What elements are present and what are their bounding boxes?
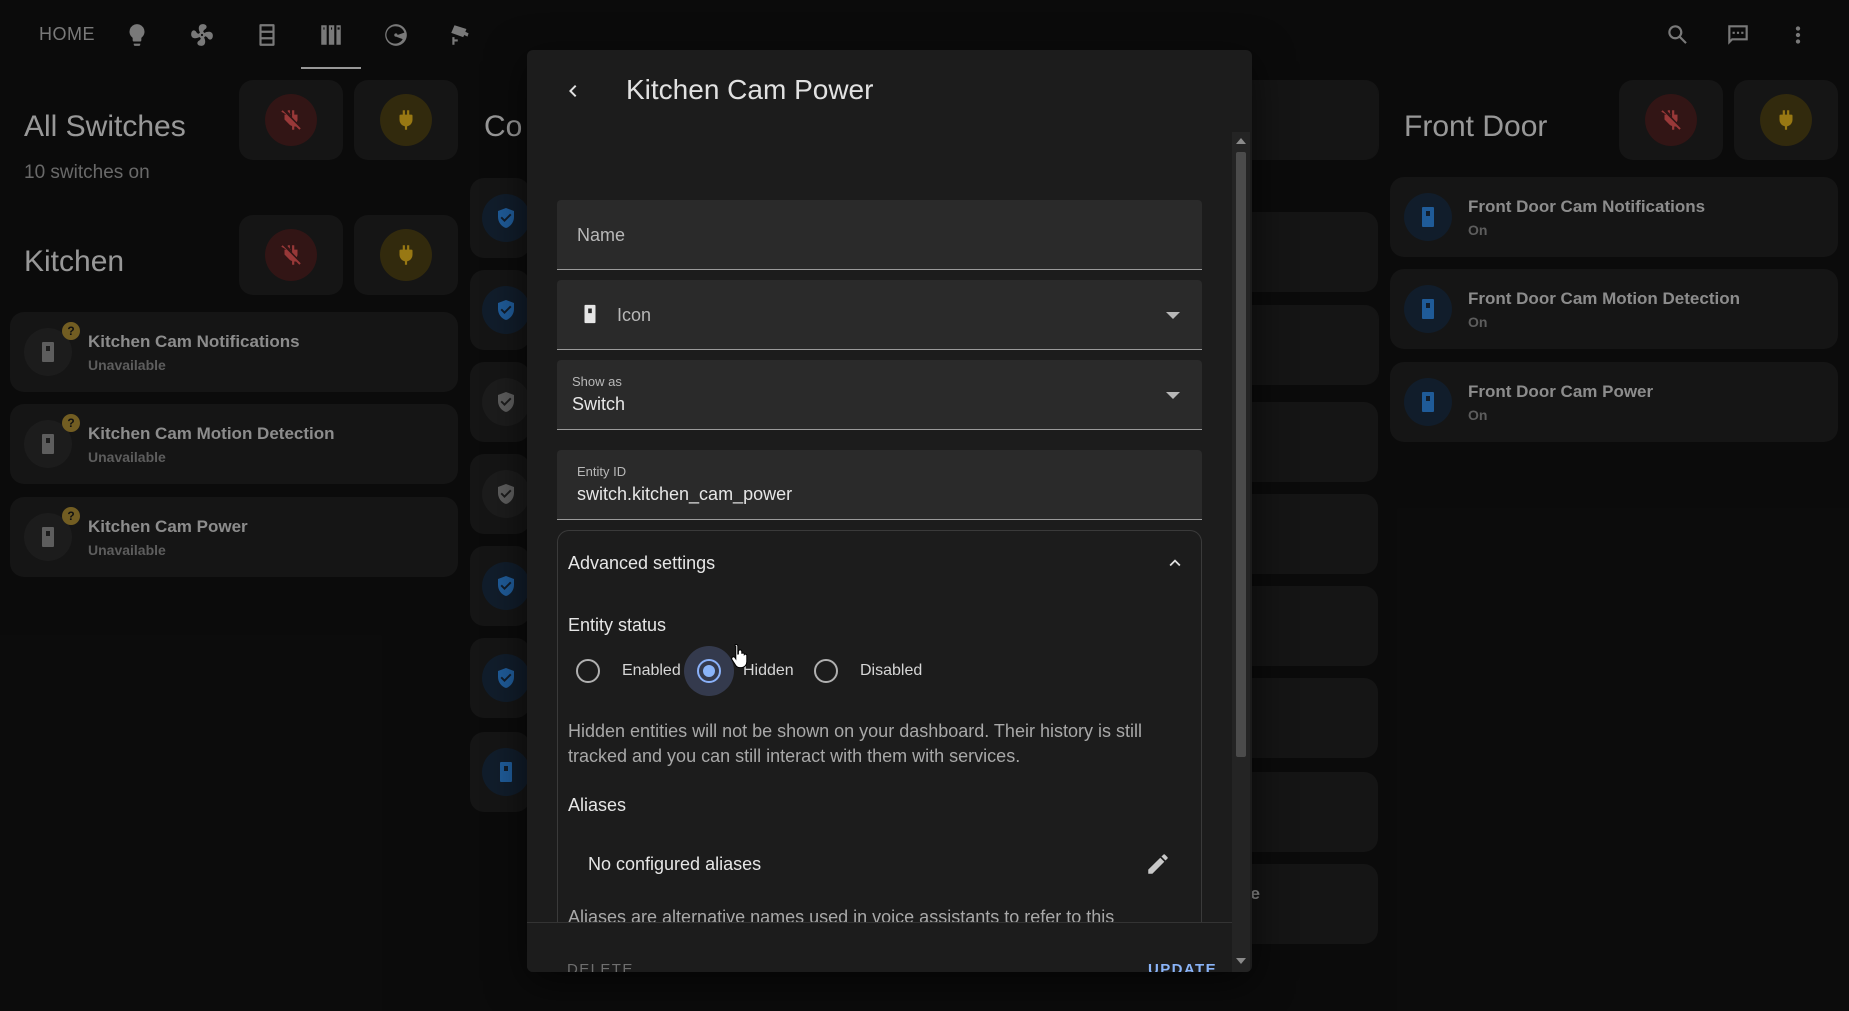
doorbell-icon: [579, 300, 601, 328]
aliases-help-text: Aliases are alternative names used in vo…: [568, 907, 1115, 922]
icon-picker-label: Icon: [617, 305, 652, 325]
radio-circle[interactable]: [576, 659, 600, 683]
radio-label: Disabled: [860, 662, 923, 679]
no-aliases-text: No configured aliases: [588, 854, 762, 874]
entity-settings-dialog: Kitchen Cam Power Name Icon Show as Swit…: [527, 50, 1252, 972]
chevron-up-icon[interactable]: [1163, 551, 1187, 575]
entity-status-title: Entity status: [568, 615, 667, 635]
show-as-label: Show as: [572, 374, 622, 389]
radio-circle[interactable]: [814, 659, 838, 683]
entity-id-label: Entity ID: [577, 464, 627, 479]
name-field-placeholder: Name: [577, 225, 626, 245]
chevron-left-icon: [569, 85, 577, 97]
advanced-settings-panel: Advanced settings Entity status Enabled …: [557, 530, 1202, 922]
hand-pointer-cursor-icon: [731, 643, 748, 669]
pencil-icon[interactable]: [1143, 849, 1173, 879]
radio-focus-halo: [684, 646, 734, 696]
dropdown-arrow-icon: [1166, 391, 1180, 399]
scroll-down-icon[interactable]: [1236, 958, 1246, 964]
dialog-title: Kitchen Cam Power: [626, 74, 874, 105]
entity-id-field[interactable]: Entity ID switch.kitchen_cam_power: [557, 450, 1202, 520]
show-as-select[interactable]: Show as Switch: [557, 360, 1202, 430]
radio-label: Hidden: [743, 662, 794, 679]
radio-disabled[interactable]: Disabled: [814, 659, 922, 683]
icon-picker[interactable]: Icon: [557, 280, 1202, 350]
radio-label: Enabled: [622, 662, 681, 679]
dialog-content: Name Icon Show as Switch Entity ID switc…: [527, 132, 1232, 922]
aliases-title: Aliases: [568, 795, 627, 815]
advanced-settings-header[interactable]: Advanced settings: [568, 553, 715, 574]
entity-id-value: switch.kitchen_cam_power: [577, 484, 793, 504]
dialog-actions: DELETE UPDATE: [527, 922, 1232, 972]
dropdown-arrow-icon: [1166, 311, 1180, 319]
name-field[interactable]: Name: [557, 200, 1202, 270]
show-as-value: Switch: [572, 394, 626, 414]
hidden-help-text: Hidden entities will not be shown on you…: [568, 721, 1142, 766]
scroll-up-icon[interactable]: [1236, 138, 1246, 144]
radio-circle[interactable]: [684, 646, 734, 696]
dialog-scrollbar[interactable]: [1232, 132, 1250, 972]
back-button[interactable]: [557, 75, 589, 107]
radio-enabled[interactable]: Enabled: [576, 659, 681, 683]
update-button[interactable]: UPDATE: [1148, 961, 1217, 972]
delete-button[interactable]: DELETE: [567, 961, 634, 972]
scrollbar-thumb[interactable]: [1236, 152, 1246, 757]
